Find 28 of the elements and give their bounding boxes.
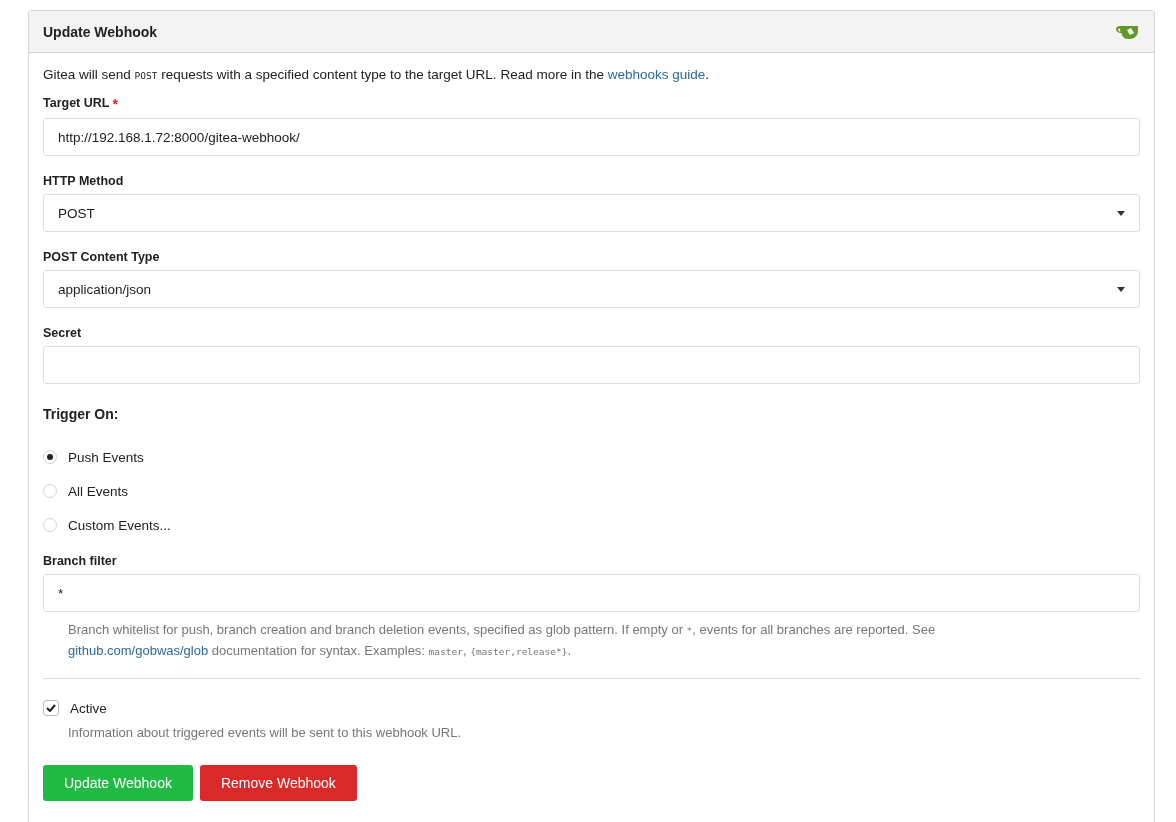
- field-label: Secret: [43, 326, 82, 340]
- required-mark-icon: *: [112, 96, 118, 112]
- field-label: Branch filter: [43, 554, 117, 568]
- radio-label: Push Events: [68, 449, 144, 465]
- field-label: POST Content Type: [43, 250, 160, 264]
- field-label: HTTP Method: [43, 174, 124, 188]
- doc-link[interactable]: webhooks guide: [607, 67, 706, 82]
- checkmark-icon: [46, 704, 56, 712]
- help-text: Branch whitelist for push, branch creation and branch deletion events, specified as glob pattern. If empty or *, events for all branches are reported. See github.com/gobwas/glob documentation for syntax. Examples: master, {master,release*}.: [68, 621, 937, 660]
- select-field[interactable]: POST: [43, 194, 1140, 232]
- help-text: Information about triggered events will be sent to this webhook URL.: [68, 724, 463, 742]
- input-field[interactable]: http://192.168.1.72:8000/gitea-webhook/: [43, 118, 1140, 156]
- radio-label: Custom Events...: [68, 517, 171, 533]
- remove-button[interactable]: Remove Webhook: [199, 765, 357, 801]
- caret-icon: [1117, 286, 1125, 292]
- input-field[interactable]: [43, 346, 1140, 384]
- doc-link[interactable]: github.com/gobwas/glob: [68, 643, 209, 658]
- field-label: Target URL: [43, 96, 110, 112]
- radio-label: All Events: [68, 483, 129, 499]
- caret-icon: [1117, 210, 1125, 216]
- input-field[interactable]: *: [43, 574, 1140, 612]
- select-field[interactable]: application/json: [43, 270, 1140, 308]
- section-title: Trigger On:: [43, 406, 120, 422]
- intro-text: Gitea will send POST requests with a specified content type to the target URL. Read more in the webhooks guide.: [43, 66, 711, 84]
- checkbox[interactable]: [43, 700, 59, 716]
- card-title: Update Webhook: [43, 23, 158, 40]
- checkbox-label: Active: [70, 700, 107, 716]
- teacup-logo-icon: [1116, 23, 1140, 40]
